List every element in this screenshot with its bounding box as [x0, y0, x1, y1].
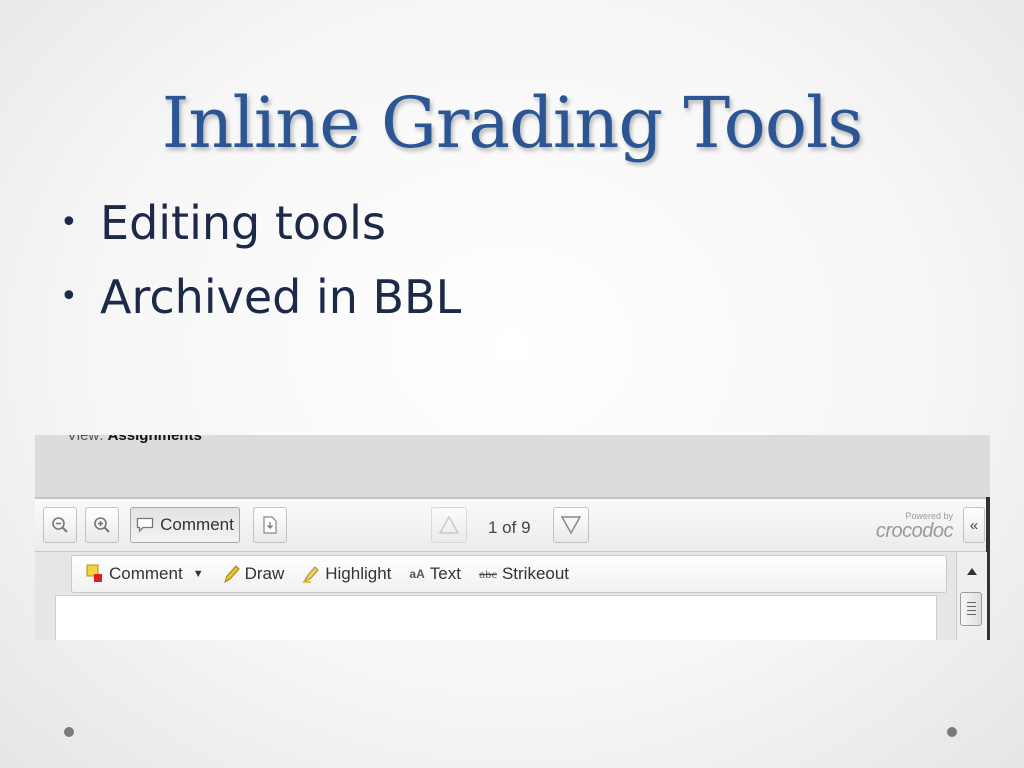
highlight-tool-label: Highlight: [325, 564, 392, 583]
text-size-icon: aA: [409, 567, 425, 581]
next-page-button[interactable]: [553, 507, 589, 543]
zoom-in-button[interactable]: [85, 507, 119, 543]
strikeout-tool[interactable]: abc Strikeout: [478, 564, 570, 584]
bullet-text: Editing tools: [100, 196, 386, 250]
comment-mode-button[interactable]: Comment: [130, 507, 240, 543]
comment-tool-label: Comment: [109, 564, 183, 583]
previous-page-button[interactable]: [431, 507, 467, 543]
triangle-up-icon: [438, 515, 460, 534]
annotation-toolbar: Comment ▼ Draw Highlight aA Text abc Str…: [71, 555, 947, 593]
slide-ornament-dot: [947, 727, 957, 737]
download-button[interactable]: [253, 507, 287, 543]
page-indicator: 1 of 9: [488, 518, 531, 537]
viewer-toolbar: Comment 1 of 9 Powered by crocodoc «: [35, 499, 986, 552]
comment-tool[interactable]: Comment ▼: [86, 564, 204, 584]
bullet-list: • Editing tools • Archived in BBL: [60, 186, 461, 334]
draw-tool-label: Draw: [244, 564, 285, 583]
comment-marker-icon: [86, 564, 102, 582]
zoom-in-icon: [94, 517, 110, 533]
scroll-thumb[interactable]: [960, 592, 982, 626]
comment-mode-label: Comment: [160, 515, 234, 534]
triangle-down-icon: [560, 516, 582, 535]
text-tool[interactable]: aA Text: [409, 564, 461, 584]
bullet-dot: •: [60, 205, 78, 240]
view-label: View:: [67, 435, 104, 444]
highlight-tool[interactable]: Highlight: [302, 564, 391, 584]
view-bar: View: Assignments: [35, 435, 990, 499]
scroll-up-arrow-icon[interactable]: [967, 568, 977, 575]
view-breadcrumb: View: Assignments: [67, 435, 202, 444]
zoom-out-button[interactable]: [43, 507, 77, 543]
bullet-dot: •: [60, 279, 78, 314]
slide-title: Inline Grading Tools: [161, 82, 864, 164]
strikeout-icon: abc: [478, 570, 497, 580]
dropdown-arrow-icon[interactable]: ▼: [193, 568, 204, 580]
bullet-item: • Editing tools: [60, 186, 461, 260]
collapse-panel-button[interactable]: «: [963, 507, 985, 543]
pencil-icon: [223, 565, 240, 584]
draw-tool[interactable]: Draw: [222, 564, 285, 584]
document-area: Comment ▼ Draw Highlight aA Text abc Str…: [35, 552, 987, 640]
document-page[interactable]: [55, 595, 937, 640]
strikeout-tool-label: Strikeout: [501, 564, 570, 583]
bullet-item: • Archived in BBL: [60, 260, 461, 334]
slide-ornament-dot: [64, 727, 74, 737]
bullet-text: Archived in BBL: [100, 270, 462, 324]
vertical-scrollbar[interactable]: [956, 552, 987, 640]
download-icon: [263, 516, 277, 534]
embedded-screenshot: View: Assignments Comment 1 of 9 Powered…: [35, 435, 990, 640]
brand-name: crocodoc: [875, 520, 954, 542]
highlighter-icon: [302, 566, 319, 584]
speech-bubble-icon: [137, 517, 154, 533]
text-tool-label: Text: [429, 564, 461, 583]
view-value[interactable]: Assignments: [108, 435, 202, 444]
crocodoc-logo: Powered by crocodoc: [853, 511, 954, 542]
zoom-out-icon: [52, 517, 68, 533]
